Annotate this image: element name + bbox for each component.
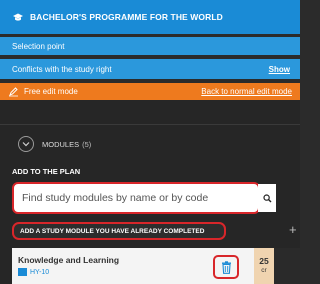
divider <box>0 124 300 125</box>
graduation-cap-icon <box>12 11 24 23</box>
conflicts-label: Conflicts with the study right <box>12 64 112 74</box>
search-input[interactable] <box>22 192 258 204</box>
search-button[interactable] <box>258 184 276 212</box>
module-credits: 25 cr <box>254 248 274 284</box>
chevron-down-icon[interactable] <box>18 136 34 152</box>
selection-point-label: Selection point <box>12 41 65 51</box>
modules-count: (5) <box>82 139 92 149</box>
edit-mode-icon <box>8 86 19 97</box>
show-conflicts-link[interactable]: Show <box>269 65 290 74</box>
search-icon <box>262 193 271 202</box>
module-code[interactable]: HY-10 <box>18 268 49 276</box>
trash-icon <box>221 260 231 274</box>
card-side-strip <box>274 248 300 284</box>
module-code-label: HY-10 <box>30 268 50 276</box>
module-title: Knowledge and Learning <box>18 255 120 265</box>
selection-point-row: Selection point <box>0 37 300 55</box>
search-field[interactable] <box>12 182 260 214</box>
conflicts-row: Conflicts with the study right Show <box>0 59 300 79</box>
modules-toggle[interactable]: MODULES (5) <box>18 136 91 152</box>
back-to-normal-edit-link[interactable]: Back to normal edit mode <box>201 87 292 96</box>
programme-header[interactable]: BACHELOR'S PROGRAMME FOR THE WORLD <box>0 0 300 34</box>
edit-mode-bar: Free edit mode Back to normal edit mode <box>0 83 300 100</box>
module-code-icon <box>18 268 27 276</box>
add-completed-module-button[interactable]: ADD A STUDY MODULE YOU HAVE ALREADY COMP… <box>12 222 226 240</box>
add-completed-label: ADD A STUDY MODULE YOU HAVE ALREADY COMP… <box>20 227 205 235</box>
modules-label: MODULES <box>42 139 80 149</box>
credits-unit: cr <box>261 267 267 274</box>
edit-mode-label: Free edit mode <box>24 87 78 96</box>
plus-icon[interactable]: + <box>289 223 297 237</box>
add-to-plan-heading: ADD TO THE PLAN <box>12 167 81 176</box>
programme-title: BACHELOR'S PROGRAMME FOR THE WORLD <box>30 12 223 22</box>
credits-value: 25 <box>259 256 269 266</box>
remove-module-button[interactable] <box>213 255 239 279</box>
